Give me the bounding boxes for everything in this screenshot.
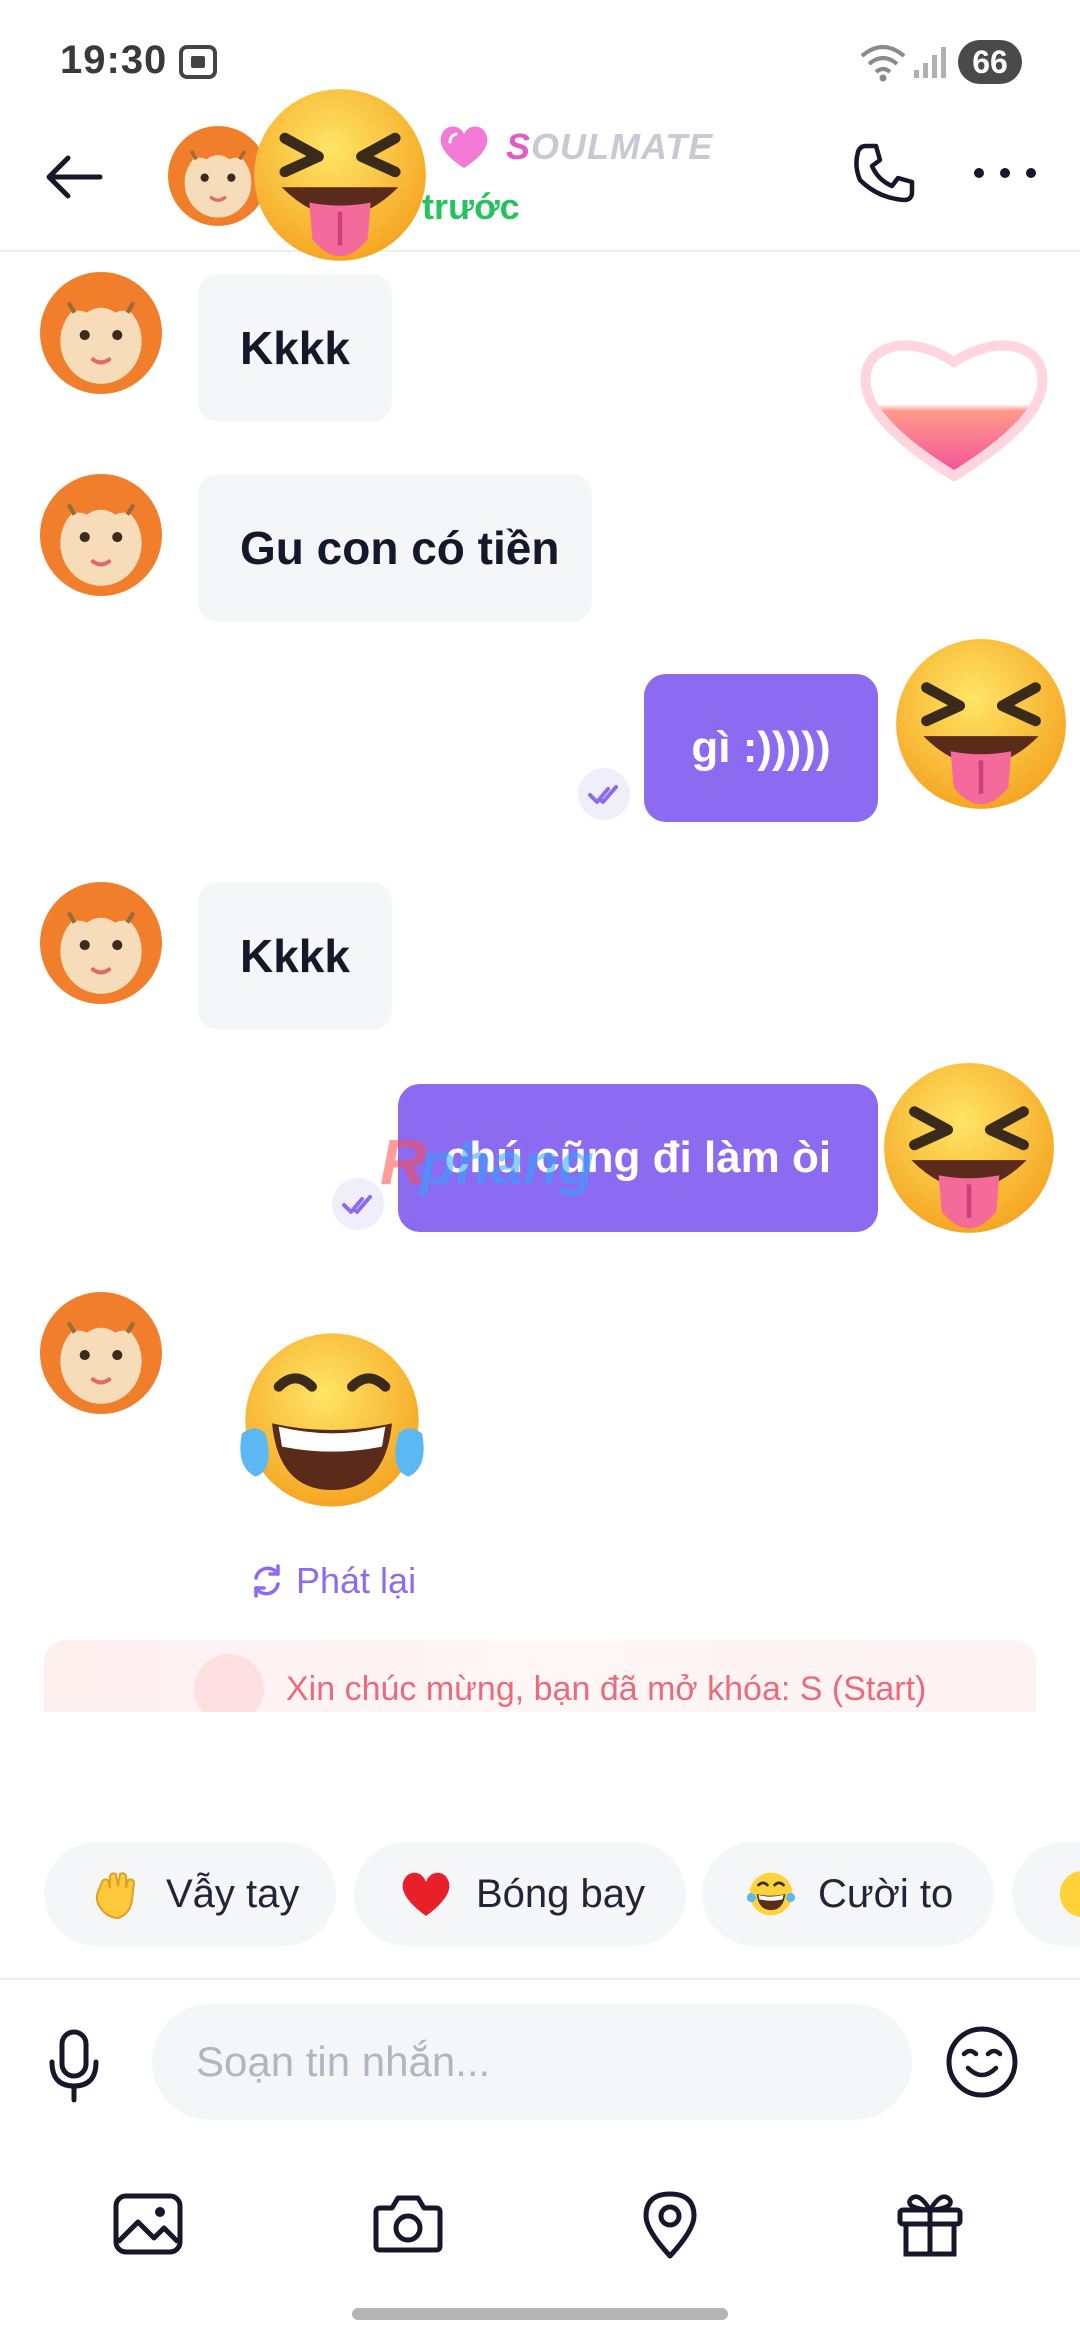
replay-sticker-button[interactable]: Phát lại [248, 1560, 416, 1602]
message-bubble-incoming[interactable]: Kkkk [198, 882, 392, 1030]
message-bubble-incoming[interactable]: Kkkk [198, 274, 392, 422]
sender-avatar[interactable] [40, 474, 162, 596]
sender-avatar[interactable] [40, 882, 162, 1004]
pink-heart-icon [440, 126, 488, 168]
banner-decoration [194, 1654, 264, 1712]
laughing-face-icon [746, 1872, 796, 1916]
camera-icon[interactable] [370, 2186, 446, 2262]
read-receipt-icon [332, 1178, 384, 1230]
location-icon[interactable] [632, 2186, 708, 2262]
chat-header: trước SOULMATE [0, 120, 1080, 252]
screenshot-icon [179, 45, 217, 79]
watermark-logo: R phang [380, 1126, 594, 1198]
status-time: 19:30 [60, 38, 168, 82]
read-receipt-icon [578, 768, 630, 820]
more-options-icon[interactable] [970, 158, 1040, 188]
quick-reaction-label: Bóng bay [476, 1871, 646, 1916]
face-with-tears-of-joy-sticker[interactable] [232, 1330, 432, 1520]
squinting-tongue-emoji-icon [878, 1060, 1060, 1242]
phone-call-icon[interactable] [848, 138, 920, 210]
face-emoji-icon [1059, 1871, 1080, 1917]
unlock-banner[interactable]: Xin chúc mừng, bạn đã mở khóa: S (Start) [44, 1640, 1036, 1712]
soulmate-badge-first: S [506, 126, 532, 167]
sender-avatar[interactable] [40, 1292, 162, 1414]
microphone-icon[interactable] [44, 2028, 104, 2104]
back-arrow-icon[interactable] [40, 142, 110, 212]
squinting-tongue-emoji-icon [890, 636, 1072, 818]
red-heart-icon [402, 1872, 450, 1916]
quick-reaction-laugh[interactable]: Cười to [702, 1842, 994, 1946]
home-indicator[interactable] [352, 2308, 728, 2320]
unlock-banner-text: Xin chúc mừng, bạn đã mở khóa: S (Start) [286, 1670, 927, 1708]
soulmate-badge: SOULMATE [506, 126, 713, 168]
gift-icon[interactable] [892, 2186, 968, 2262]
soulmate-badge-rest: OULMATE [531, 126, 714, 167]
message-bubble-outgoing[interactable]: gì :))))) [644, 674, 878, 822]
composer-divider [0, 1978, 1080, 1980]
quick-reaction-wave[interactable]: Vẫy tay [44, 1842, 336, 1946]
emoji-picker-icon[interactable] [944, 2024, 1020, 2100]
message-input[interactable] [152, 2004, 912, 2120]
quick-reaction-label: Vẫy tay [166, 1871, 300, 1916]
last-seen-status: trước [422, 186, 520, 227]
battery-indicator: 66 [958, 40, 1022, 84]
quick-reaction-label: Cười to [818, 1871, 954, 1916]
sender-avatar[interactable] [40, 272, 162, 394]
signal-bars-icon [914, 47, 946, 78]
quick-reaction-more[interactable] [1012, 1842, 1080, 1946]
squinting-tongue-emoji-icon [248, 86, 432, 270]
wifi-icon [860, 45, 906, 82]
replay-icon [254, 1564, 280, 1598]
replay-label: Phát lại [296, 1560, 417, 1601]
waving-hand-icon [95, 1872, 136, 1920]
svg-text:phang: phang [418, 1132, 594, 1197]
status-bar: 19:30 66 [0, 0, 1080, 120]
message-bubble-incoming[interactable]: Gu con có tiền [198, 474, 592, 622]
floating-heart-sticker [860, 340, 1048, 482]
quick-reaction-balloon[interactable]: Bóng bay [354, 1842, 686, 1946]
image-icon[interactable] [110, 2186, 186, 2262]
